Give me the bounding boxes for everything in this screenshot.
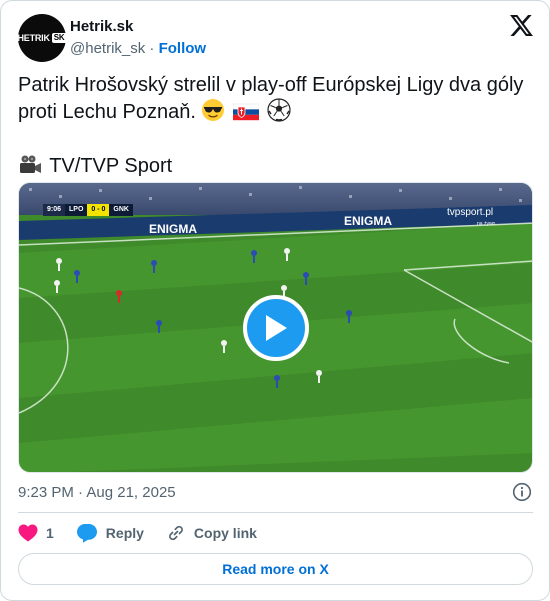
handle-separator: ·	[149, 40, 155, 57]
x-logo-icon[interactable]	[510, 15, 533, 36]
post-card: HETRIK SK Hetrik.sk @hetrik_sk · Follow P…	[0, 0, 550, 601]
like-button[interactable]: 1	[18, 524, 54, 542]
home-team: LPO	[65, 204, 88, 216]
link-icon	[169, 525, 183, 541]
heart-icon	[18, 524, 38, 542]
avatar[interactable]: HETRIK SK	[17, 14, 67, 62]
match-clock: 9:06	[43, 204, 66, 216]
action-bar: 1 Reply Copy link	[18, 521, 279, 545]
info-icon[interactable]	[512, 482, 532, 502]
timestamp-separator: ·	[78, 484, 84, 501]
avatar-logo-text: HETRIK	[17, 33, 50, 43]
ad-board-tvp-sub: na żywo	[477, 221, 496, 227]
reply-label: Reply	[105, 525, 144, 541]
copy-link-label: Copy link	[193, 525, 257, 541]
scoreboard: 9:06 LPO 0 - 0 GNK	[43, 204, 133, 216]
flag-slovakia-icon	[232, 102, 260, 129]
smiling-face-with-sunglasses-icon	[201, 98, 225, 129]
read-more-button[interactable]: Read more on X	[18, 553, 533, 585]
follow-button[interactable]: Follow	[159, 40, 207, 57]
match-score: 0 - 0	[87, 204, 110, 216]
movie-camera-icon	[18, 154, 42, 183]
reply-bubble-icon	[76, 524, 97, 543]
post-text: Patrik Hrošovský strelil v play-off Euró…	[18, 73, 533, 183]
avatar-logo-badge: SK	[51, 33, 67, 43]
avatar-logo: HETRIK SK	[17, 33, 67, 43]
post-text-line2: TV/TVP Sport	[49, 155, 173, 177]
author-handle-row: @hetrik_sk · Follow	[70, 39, 206, 59]
play-button[interactable]	[243, 295, 309, 361]
ad-board-text-2: ENIGMA	[344, 214, 392, 228]
away-team: GNK	[109, 204, 133, 216]
divider	[18, 512, 533, 513]
post-timestamp[interactable]: 9:23 PM · Aug 21, 2025	[18, 483, 176, 503]
video-player[interactable]: ENIGMA ENIGMA tvpsport.pl na żywo 9:06 L…	[18, 182, 533, 473]
post-time[interactable]: 9:23 PM	[18, 484, 74, 501]
like-count: 1	[46, 525, 54, 541]
author-handle[interactable]: @hetrik_sk	[70, 40, 145, 57]
play-icon	[266, 315, 287, 341]
post-date[interactable]: Aug 21, 2025	[86, 484, 175, 501]
copy-link-button[interactable]: Copy link	[166, 523, 257, 543]
soccer-ball-icon	[266, 98, 291, 129]
ad-board-text: ENIGMA	[149, 222, 197, 236]
ad-board-tvp: tvpsport.pl	[447, 207, 493, 218]
reply-button[interactable]: Reply	[76, 523, 144, 543]
author-name[interactable]: Hetrik.sk	[70, 17, 133, 37]
